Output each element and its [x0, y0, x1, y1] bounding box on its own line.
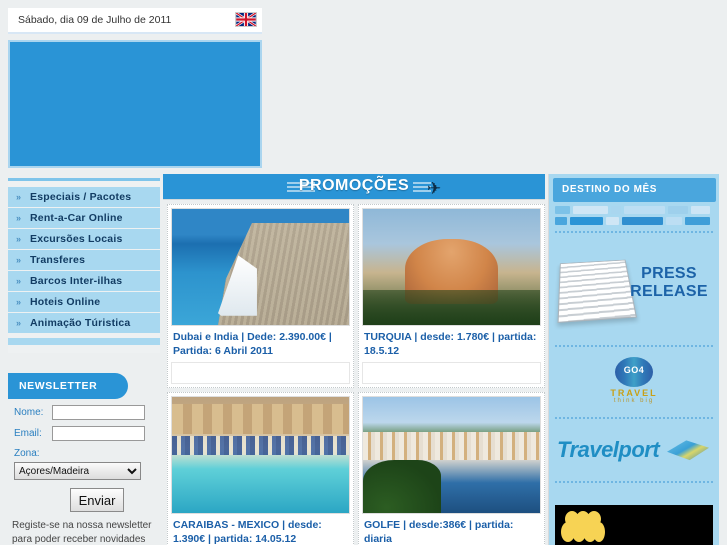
main-menu: » Especiais / Pacotes » Rent-a-Car Onlin…: [8, 178, 160, 353]
zona-select[interactable]: Açores/Madeira: [14, 462, 141, 480]
chevron-right-icon: »: [16, 192, 22, 202]
promotions-header: PROMOÇÕES ✈: [163, 174, 545, 200]
chevron-right-icon: »: [16, 255, 22, 265]
zona-label: Zona:: [14, 448, 40, 459]
caribbean-mexico-beach-photo: [171, 396, 350, 514]
newsletter-email-row: Email:: [8, 426, 160, 441]
chevron-right-icon: »: [16, 318, 22, 328]
promo-caption[interactable]: TURQUIA | desde: 1.780€ | partida: 18.5.…: [362, 326, 541, 360]
yellow-flower-icon: [561, 511, 605, 545]
menu-footer-bar: [8, 338, 160, 345]
email-input[interactable]: [52, 426, 145, 441]
promo-card[interactable]: CARAIBAS - MEXICO | desde: 1.390€ | part…: [167, 392, 354, 545]
sidebar-item-rent-a-car-online[interactable]: » Rent-a-Car Online: [8, 208, 160, 228]
turkey-hagia-sophia-photo: [362, 208, 541, 326]
chevron-right-icon: »: [16, 276, 22, 286]
page-gutter: [719, 0, 727, 545]
travelport-name-text: Travelport: [557, 437, 660, 462]
sidebar-item-transferes[interactable]: » Transferes: [8, 250, 160, 270]
newsletter-title: NEWSLETTER: [8, 373, 128, 399]
sidebar-item-animacao-turistica[interactable]: » Animação Túristica: [8, 313, 160, 333]
divider: [555, 481, 713, 483]
name-label: Nome:: [14, 407, 44, 418]
promo-caption[interactable]: CARAIBAS - MEXICO | desde: 1.390€ | part…: [171, 514, 350, 545]
sidebar-item-barcos-inter-ilhas[interactable]: » Barcos Inter-ilhas: [8, 271, 160, 291]
go4-tagline-text: think big: [613, 398, 655, 404]
press-release-banner[interactable]: PRESS RELEASE: [555, 239, 713, 339]
press-release-text: PRESS RELEASE: [627, 265, 711, 301]
bottom-black-banner[interactable]: [555, 505, 713, 545]
divider: [555, 417, 713, 419]
email-label: Email:: [14, 428, 42, 439]
left-sidebar: » Especiais / Pacotes » Rent-a-Car Onlin…: [8, 178, 160, 545]
go4-mark-text: GO4: [623, 365, 645, 375]
promo-card[interactable]: Dubai e India | Dede: 2.390.00€ | Partid…: [167, 204, 354, 388]
go4-travel-logo[interactable]: GO4 TRAVEL think big: [549, 353, 719, 411]
press-release-line1: PRESS: [641, 265, 697, 282]
sidebar-item-label: Rent-a-Car Online: [30, 212, 123, 224]
promo-caption[interactable]: GOLFE | desde:386€ | partida: diaria: [362, 514, 541, 545]
top-bar: Sábado, dia 09 de Julho de 2011: [8, 8, 262, 34]
promotions-row: CARAIBAS - MEXICO | desde: 1.390€ | part…: [167, 392, 545, 545]
dubai-burj-al-arab-photo: [171, 208, 350, 326]
uk-flag-icon[interactable]: [235, 12, 257, 27]
airplane-icon: ✈: [427, 179, 442, 198]
promotions-section: PROMOÇÕES ✈ Dubai e India | Dede: 2.390.…: [163, 174, 545, 545]
promotions-grid: Dubai e India | Dede: 2.390.00€ | Partid…: [163, 200, 545, 545]
newspaper-stack-icon: [557, 259, 637, 323]
sidebar-item-label: Excursões Locais: [30, 233, 123, 245]
sidebar-item-label: Animação Túristica: [30, 317, 131, 329]
sidebar-item-hoteis-online[interactable]: » Hoteis Online: [8, 292, 160, 312]
newsletter-panel: NEWSLETTER Nome: Email: Zona: Açores/Mad…: [8, 373, 160, 545]
newsletter-note: Registe-se na nossa newsletter para pode…: [12, 520, 152, 545]
sidebar-item-especiais-pacotes[interactable]: » Especiais / Pacotes: [8, 187, 160, 207]
sidebar-item-label: Hoteis Online: [30, 296, 101, 308]
current-date-text: Sábado, dia 09 de Julho de 2011: [18, 14, 172, 26]
page-root: Sábado, dia 09 de Julho de 2011 » Especi…: [0, 0, 727, 545]
travelport-diamond-icon: [667, 440, 709, 461]
promotions-row: Dubai e India | Dede: 2.390.00€ | Partid…: [167, 204, 545, 392]
go4-name-text: TRAVEL: [610, 388, 658, 398]
newsletter-name-row: Nome:: [8, 405, 160, 420]
promo-card[interactable]: GOLFE | desde:386€ | partida: diaria: [358, 392, 545, 545]
sidebar-item-excursoes-locais[interactable]: » Excursões Locais: [8, 229, 160, 249]
sidebar-item-label: Especiais / Pacotes: [30, 191, 132, 203]
promo-extra-slot: [362, 362, 541, 384]
sidebar-item-label: Barcos Inter-ilhas: [30, 275, 123, 287]
azores-golf-bay-photo: [362, 396, 541, 514]
name-input[interactable]: [52, 405, 145, 420]
promotions-title: PROMOÇÕES: [298, 177, 410, 194]
divider: [555, 345, 713, 347]
chevron-right-icon: »: [16, 297, 22, 307]
promo-caption[interactable]: Dubai e India | Dede: 2.390.00€ | Partid…: [171, 326, 350, 360]
chevron-right-icon: »: [16, 234, 22, 244]
destino-do-mes-title: DESTINO DO MÊS: [553, 178, 716, 202]
chevron-right-icon: »: [16, 213, 22, 223]
right-sidebar: DESTINO DO MÊS PRESS RELEASE GO4 TRAVEL …: [548, 174, 719, 545]
promo-extra-slot: [171, 362, 350, 384]
divider: [555, 231, 713, 233]
promo-card[interactable]: TURQUIA | desde: 1.780€ | partida: 18.5.…: [358, 204, 545, 388]
enviar-submit-button[interactable]: Enviar: [70, 488, 124, 512]
travelport-logo[interactable]: Travelport: [549, 425, 719, 475]
press-release-line2: RELEASE: [630, 283, 708, 300]
header-banner-placeholder: [8, 40, 262, 168]
sidebar-item-label: Transferes: [30, 254, 86, 266]
destino-do-mes-blurred-text: [555, 206, 713, 225]
